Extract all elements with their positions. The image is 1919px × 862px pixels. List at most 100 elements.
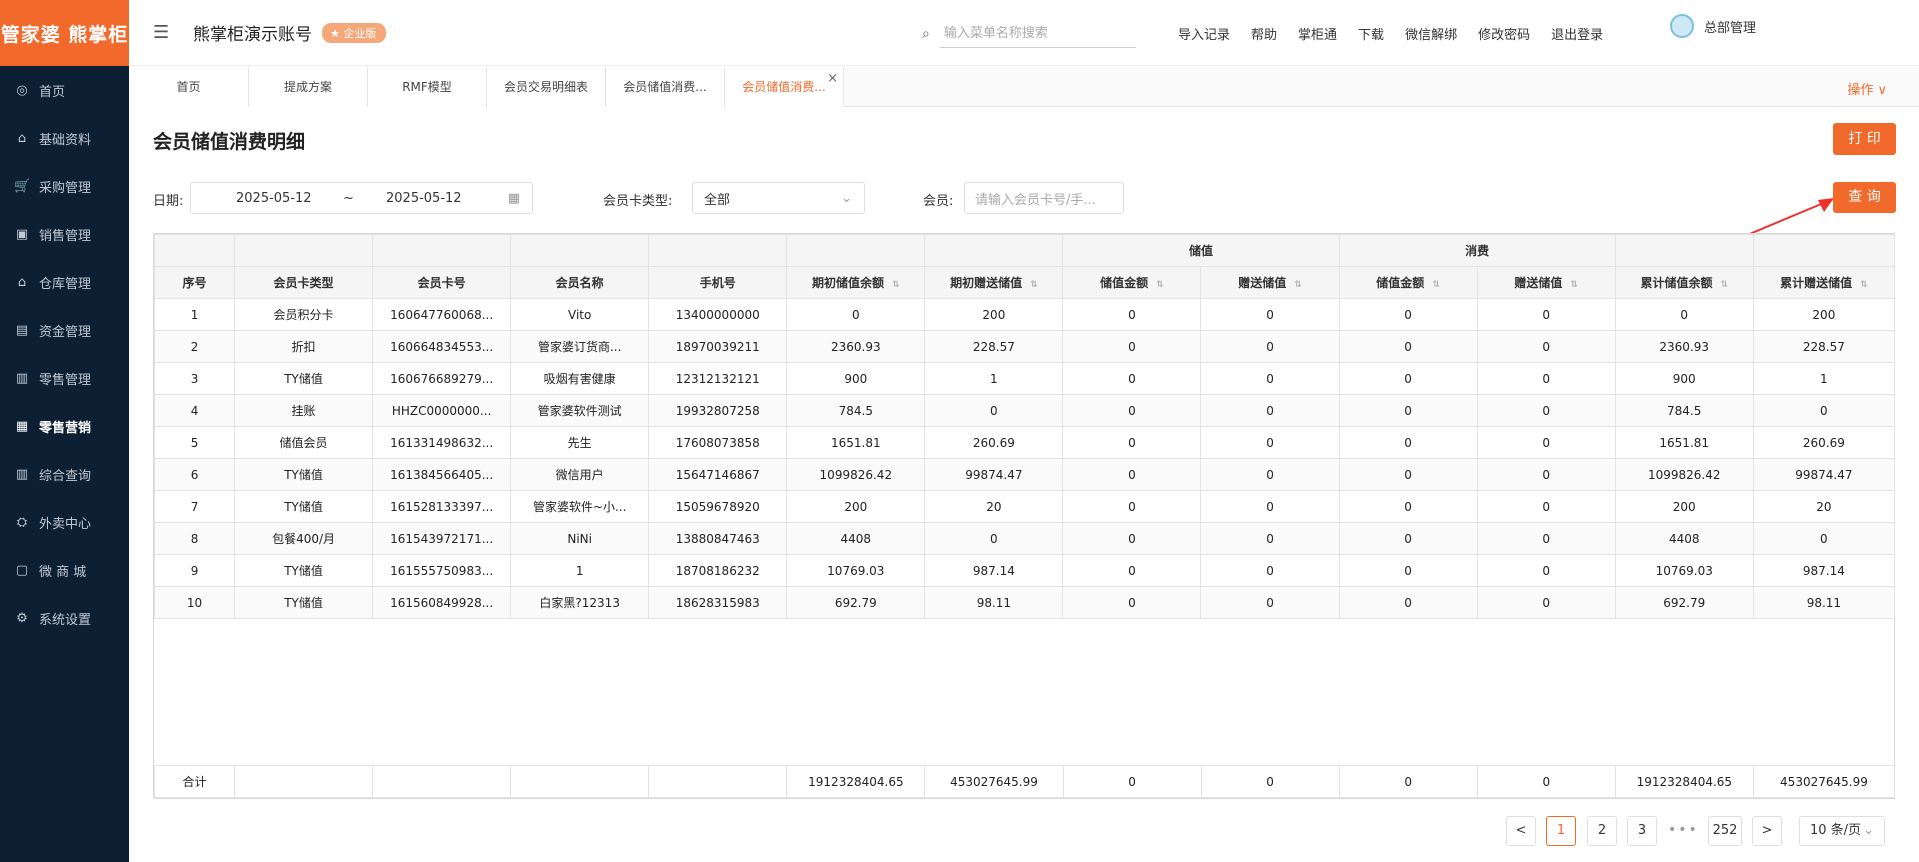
tab-label: 提成方案	[283, 80, 332, 94]
header-link-3[interactable]: 下载	[1358, 24, 1384, 43]
operations-dropdown[interactable]: 操作 ∨	[1847, 79, 1887, 98]
sort-icon[interactable]: ⇅	[1860, 280, 1868, 290]
tab-member-stored-value-active[interactable]: 会员储值消费... ×	[725, 67, 844, 107]
cart-icon: 🛒	[14, 178, 31, 194]
sort-icon[interactable]: ⇅	[1294, 280, 1302, 290]
sidebar-item-4[interactable]: ⌂ 仓库管理	[0, 258, 129, 306]
sidebar-item-label: 资金管理	[39, 324, 92, 340]
sidebar-item-10[interactable]: ▢ 微 商 城	[0, 546, 129, 594]
table-cell: 1	[153, 298, 236, 331]
column-header[interactable]: 赠送储值 ⇅	[1476, 266, 1616, 299]
sort-icon[interactable]: ⇅	[1720, 280, 1728, 290]
last-page-button[interactable]: 252	[1708, 816, 1742, 846]
sidebar-item-8[interactable]: ▥ 综合查询	[0, 450, 129, 498]
table-cell: Vito	[510, 298, 650, 331]
column-header[interactable]: 累计赠送储值 ⇅	[1752, 266, 1896, 299]
column-header[interactable]: 期初储值余额 ⇅	[786, 266, 926, 299]
sidebar-item-3[interactable]: ▣ 销售管理	[0, 210, 129, 258]
header-link-0[interactable]: 导入记录	[1178, 24, 1230, 43]
page-1-button[interactable]: 1	[1546, 816, 1576, 846]
table-row[interactable]: 10 TY储值 161560849928... 白家黑?12313 1862831598…	[153, 586, 1896, 619]
table-row[interactable]: 3 TY储值 160676689279... 吸烟有害健康 12312132121 900…	[153, 362, 1896, 395]
page-size-select[interactable]: 10 条/页 ⌄	[1799, 816, 1885, 846]
column-header[interactable]: 储值金额 ⇅	[1062, 266, 1202, 299]
sort-icon[interactable]: ⇅	[1156, 280, 1164, 290]
sort-icon[interactable]: ⇅	[1432, 280, 1440, 290]
header-link-5[interactable]: 修改密码	[1478, 24, 1530, 43]
table-cell: 98.11	[924, 586, 1064, 619]
table-cell: 0	[1062, 330, 1202, 363]
table-row[interactable]: 7 TY储值 161528133397... 管家婆软件~小... 1505967892…	[153, 490, 1896, 523]
group-header-row: 储值 消费	[153, 234, 1896, 267]
prev-page-button[interactable]: <	[1506, 816, 1536, 846]
sidebar-item-2[interactable]: 🛒 采购管理	[0, 162, 129, 210]
table-cell: 10769.03	[786, 554, 926, 587]
sort-icon[interactable]: ⇅	[1570, 280, 1578, 290]
page-2-button[interactable]: 2	[1587, 816, 1617, 846]
tab-label: 首页	[176, 80, 201, 94]
table-cell: 0	[1614, 298, 1754, 331]
table-body: 1 会员积分卡 160647760068... Vito 13400000000 0 200…	[153, 298, 1896, 619]
menu-collapse-icon[interactable]: ☰	[153, 22, 175, 43]
column-header[interactable]: 累计储值余额 ⇅	[1614, 266, 1754, 299]
sort-icon[interactable]: ⇅	[1030, 280, 1038, 290]
table-row[interactable]: 9 TY储值 161555750983... 1 18708186232 10769.03…	[153, 554, 1896, 587]
header-link-1[interactable]: 帮助	[1251, 24, 1277, 43]
date-start[interactable]: 2025-05-12	[236, 191, 312, 206]
sidebar-item-9[interactable]: ⛭ 外卖中心	[0, 498, 129, 546]
table-cell: 管家婆订货商...	[510, 330, 650, 363]
table-row[interactable]: 5 储值会员 161331498632... 先生 17608073858 1651.81…	[153, 426, 1896, 459]
table-cell: 15647146867	[648, 458, 788, 491]
table-cell: 0	[1476, 458, 1616, 491]
table-row[interactable]: 2 折扣 160664834553... 管家婆订货商... 18970039211 23…	[153, 330, 1896, 363]
sidebar-item-11[interactable]: ⚙ 系统设置	[0, 594, 129, 642]
user-menu[interactable]: 总部管理	[1670, 14, 1756, 38]
card-type-select[interactable]: 全部 ⌄	[692, 182, 865, 214]
table-cell: HHZC0000000...	[372, 394, 512, 427]
table-cell: 0	[1062, 554, 1202, 587]
group-header-blank	[372, 234, 512, 267]
sort-icon[interactable]: ⇅	[892, 280, 900, 290]
menu-search-input[interactable]	[939, 20, 1136, 48]
header-link-6[interactable]: 退出登录	[1551, 24, 1603, 43]
tab-member-stored-value-1[interactable]: 会员储值消费...	[606, 67, 725, 107]
header-link-2[interactable]: 掌柜通	[1298, 24, 1337, 43]
sidebar-item-5[interactable]: ▤ 资金管理	[0, 306, 129, 354]
sidebar-item-label: 零售管理	[39, 372, 92, 388]
page-3-button[interactable]: 3	[1627, 816, 1657, 846]
print-button[interactable]: 打 印	[1833, 123, 1896, 155]
tab-home[interactable]: 首页	[129, 67, 249, 107]
column-header[interactable]: 储值金额 ⇅	[1338, 266, 1478, 299]
table-row[interactable]: 6 TY储值 161384566405... 微信用户 15647146867 10998…	[153, 458, 1896, 491]
table-cell: 98.11	[1752, 586, 1896, 619]
header-link-4[interactable]: 微信解绑	[1405, 24, 1457, 43]
next-page-button[interactable]: >	[1752, 816, 1782, 846]
table-cell: 0	[1062, 394, 1202, 427]
tab-member-transactions[interactable]: 会员交易明细表	[487, 67, 606, 107]
column-header[interactable]: 期初赠送储值 ⇅	[924, 266, 1064, 299]
table-row[interactable]: 8 包餐400/月 161543972171... NiNi 13880847463 44…	[153, 522, 1896, 555]
close-icon[interactable]: ×	[827, 59, 838, 99]
sidebar-item-6[interactable]: ▥ 零售管理	[0, 354, 129, 402]
tab-commission[interactable]: 提成方案	[249, 67, 368, 107]
column-header[interactable]: 赠送储值 ⇅	[1200, 266, 1340, 299]
sidebar-item-label: 基础资料	[39, 132, 92, 148]
date-end[interactable]: 2025-05-12	[386, 191, 462, 206]
sidebar: 管家婆 熊掌柜 ◎ 首页 ⌂ 基础资料 🛒 采购管理 ▣ 销售管理 ⌂ 仓库管理 ▤ 资金管理 ▥ 零售管…	[0, 0, 129, 862]
date-range-picker[interactable]: 2025-05-12 ~ 2025-05-12 ▦	[190, 182, 533, 214]
tab-rmf[interactable]: RMF模型	[368, 67, 487, 107]
table-cell: 0	[1200, 490, 1340, 523]
table-cell: 0	[1338, 362, 1478, 395]
sidebar-item-0[interactable]: ◎ 首页	[0, 66, 129, 114]
table-row[interactable]: 1 会员积分卡 160647760068... Vito 13400000000 0 200…	[153, 298, 1896, 331]
sidebar-item-1[interactable]: ⌂ 基础资料	[0, 114, 129, 162]
totals-cell: 1912328404.65	[786, 765, 926, 798]
pagination-ellipsis[interactable]: •••	[1668, 816, 1699, 844]
table-row[interactable]: 4 挂账 HHZC0000000... 管家婆软件测试 19932807258 784.5…	[153, 394, 1896, 427]
search-icon: ⌕	[922, 26, 930, 42]
query-button[interactable]: 查 询	[1833, 182, 1896, 213]
totals-cell	[648, 765, 788, 798]
member-search-input[interactable]: 请输入会员卡号/手...	[964, 182, 1124, 214]
sidebar-item-7[interactable]: ▦ 零售营销	[0, 402, 129, 450]
page-title: 会员储值消费明细	[153, 131, 306, 153]
